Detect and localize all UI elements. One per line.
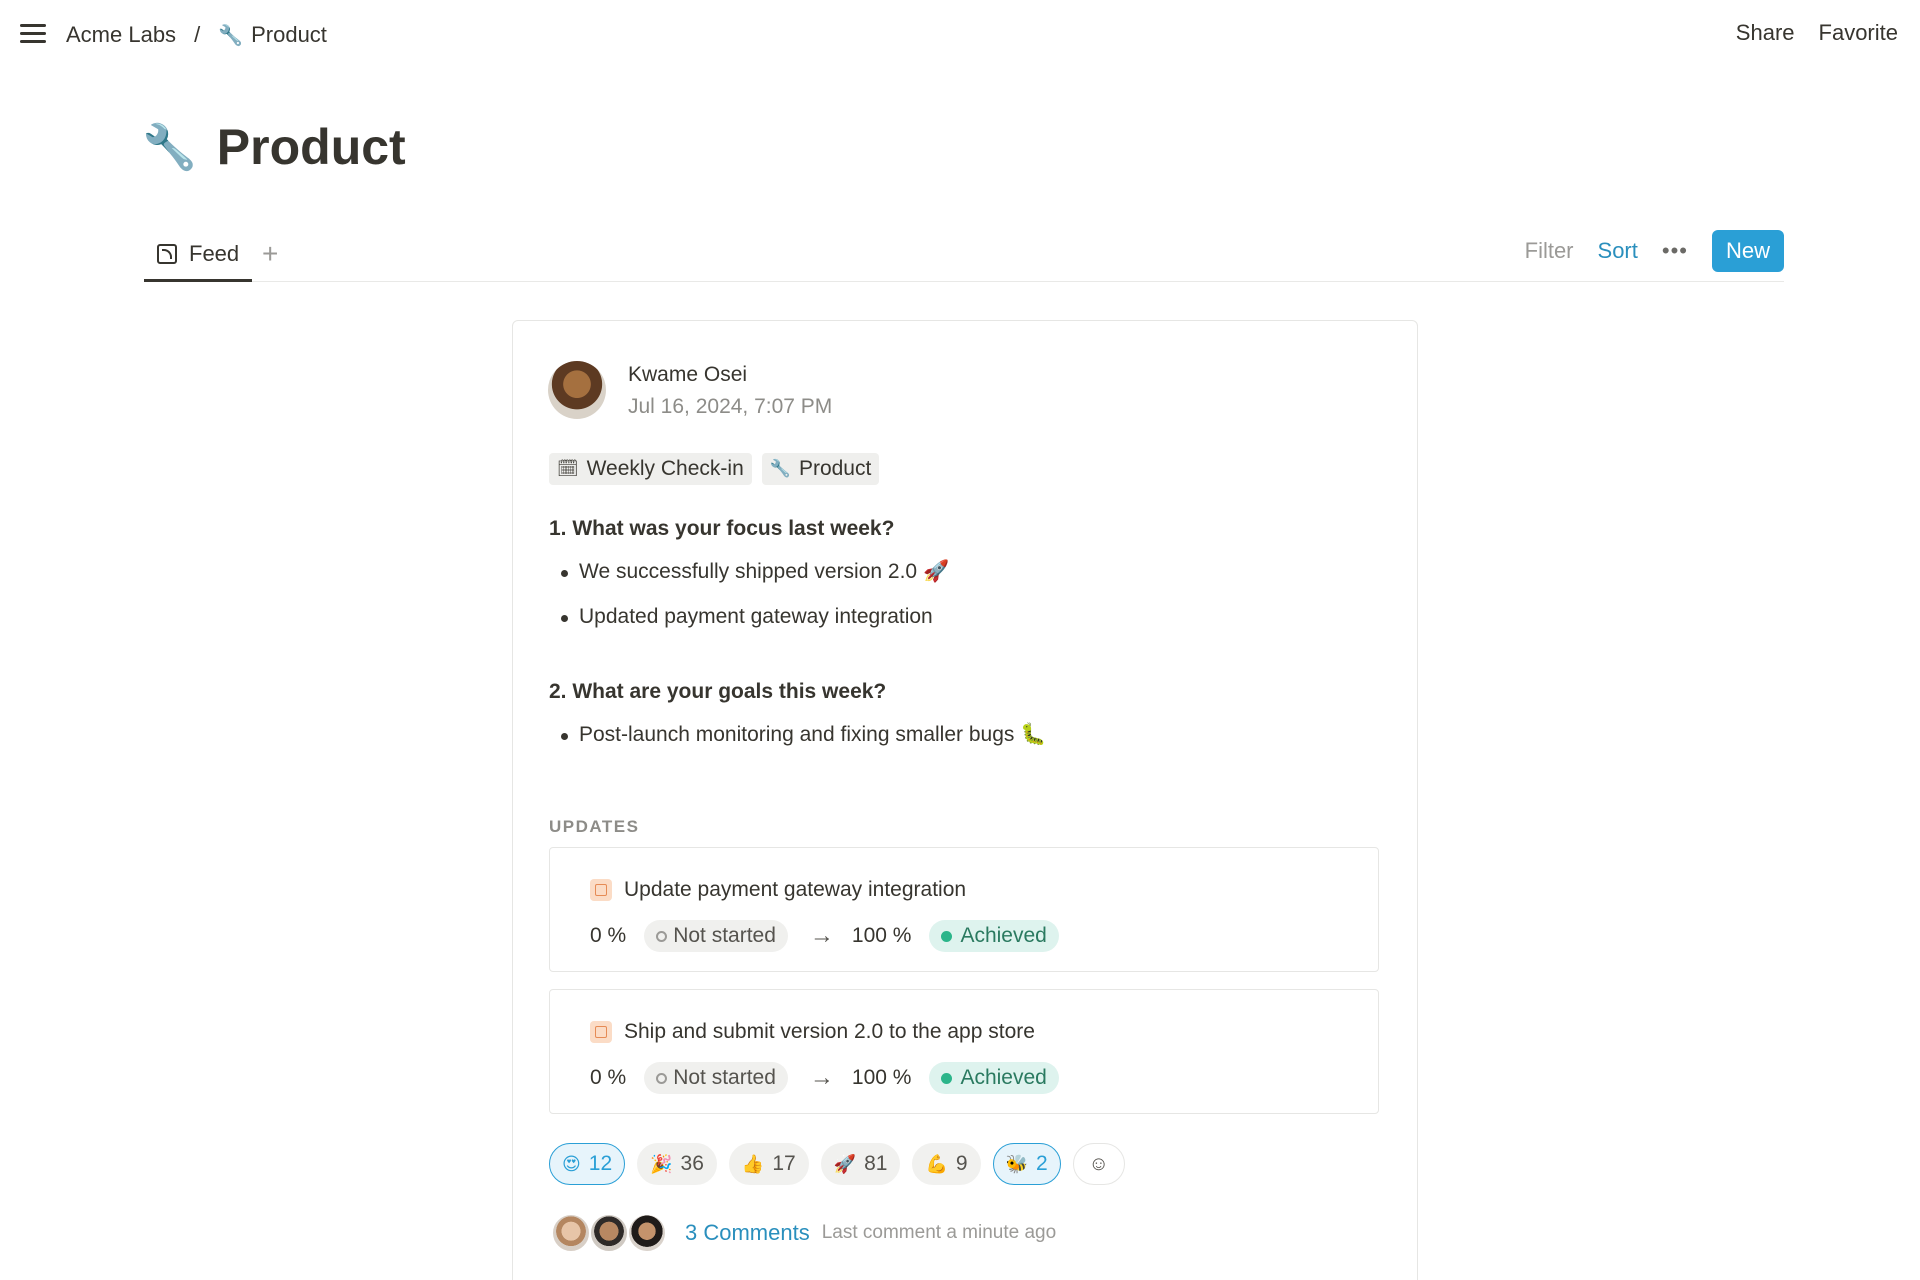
list-item: We successfully shipped version 2.0 🚀 — [549, 555, 1379, 589]
favorite-button[interactable]: Favorite — [1819, 20, 1898, 46]
tag-label: Product — [798, 457, 872, 480]
flexed-biceps-icon: 💪 — [925, 1153, 948, 1174]
page-title: 🔧 Product — [142, 118, 406, 176]
status-badge: Not started — [644, 920, 788, 952]
breadcrumb: Acme Labs / 🔧 Product — [66, 20, 327, 50]
bullet-list: Post-launch monitoring and fixing smalle… — [549, 718, 1379, 752]
top-actions: Share Favorite — [1736, 20, 1898, 46]
avatar — [627, 1213, 667, 1253]
reaction-heart-eyes[interactable]: 😍 12 — [549, 1143, 626, 1185]
heart-eyes-icon: 😍 — [562, 1153, 581, 1174]
author-name[interactable]: Kwame Osei — [628, 363, 832, 387]
status-badge: Achieved — [929, 920, 1059, 952]
last-comment-meta: Last comment a minute ago — [821, 1222, 1057, 1243]
breadcrumb-page-label: Product — [251, 22, 327, 47]
arrow-right-icon: → — [809, 1064, 834, 1091]
comments-summary: 3 Comments Last comment a minute ago — [551, 1213, 1056, 1253]
post-date: Jul 16, 2024, 7:07 PM — [628, 395, 833, 418]
arrow-right-icon: → — [809, 922, 834, 949]
status-dot-icon — [656, 1072, 668, 1084]
view-actions: Filter Sort ••• New — [1525, 230, 1784, 272]
filter-button[interactable]: Filter — [1525, 238, 1574, 264]
goal-update-card[interactable]: Ship and submit version 2.0 to the app s… — [549, 989, 1379, 1114]
reaction-muscle[interactable]: 💪 9 — [912, 1143, 981, 1185]
feed-post-card: Kwame Osei Jul 16, 2024, 7:07 PM 🗓 Weekly… — [512, 320, 1418, 1280]
reaction-rocket[interactable]: 🚀 81 — [820, 1143, 901, 1185]
reaction-count: 2 — [1036, 1152, 1048, 1175]
bullet-list: We successfully shipped version 2.0 🚀 Up… — [549, 555, 1379, 634]
more-options-icon[interactable]: ••• — [1662, 238, 1688, 264]
breadcrumb-workspace[interactable]: Acme Labs — [66, 22, 176, 48]
goal-progress: 0 % Not started → 100 % Achieved — [590, 920, 1059, 952]
updates-label: UPDATES — [549, 817, 640, 836]
tab-feed-label: Feed — [189, 240, 240, 266]
tag-weekly-checkin[interactable]: 🗓 Weekly Check-in — [549, 453, 752, 485]
reaction-count: 12 — [588, 1152, 613, 1175]
reaction-count: 36 — [680, 1152, 704, 1175]
to-percent: 100 % — [851, 1066, 912, 1089]
breadcrumb-separator: / — [194, 22, 201, 47]
rocket-icon: 🚀 — [833, 1153, 857, 1174]
reaction-bee[interactable]: 🐝 2 — [992, 1143, 1061, 1185]
status-badge: Achieved — [929, 1062, 1059, 1094]
from-percent: 0 % — [590, 924, 627, 947]
status-dot-icon — [656, 930, 668, 942]
goal-title-text: Ship and submit version 2.0 to the app s… — [624, 1020, 1035, 1043]
add-reaction-icon[interactable]: ☺ — [1072, 1143, 1125, 1185]
status-label: Not started — [673, 924, 776, 947]
reaction-count: 17 — [772, 1152, 796, 1175]
question-heading: 2. What are your goals this week? — [549, 680, 887, 703]
status-label: Achieved — [960, 924, 1047, 947]
to-percent: 100 % — [851, 924, 912, 947]
tag-label: Weekly Check-in — [586, 457, 744, 480]
feed-icon — [157, 243, 177, 264]
goal-checkbox-icon — [590, 879, 612, 901]
goal-progress: 0 % Not started → 100 % Achieved — [590, 1062, 1059, 1094]
breadcrumb-page[interactable]: 🔧 Product — [218, 22, 327, 48]
question-heading: 1. What was your focus last week? — [549, 517, 895, 540]
goal-checkbox-icon — [590, 1021, 612, 1043]
goal-title-text: Update payment gateway integration — [624, 878, 967, 901]
reaction-thumbs-up[interactable]: 👍 17 — [728, 1143, 809, 1185]
new-button[interactable]: New — [1711, 230, 1784, 272]
post-content: 1. What was your focus last week? We suc… — [549, 517, 1379, 763]
add-view-button[interactable]: + — [262, 238, 278, 270]
view-tab-bar: Feed + Filter Sort ••• New — [144, 228, 1784, 282]
thumbs-up-icon: 👍 — [741, 1153, 765, 1174]
list-item: Post-launch monitoring and fixing smalle… — [549, 718, 1379, 752]
post-tags: 🗓 Weekly Check-in 🔧 Product — [549, 453, 880, 485]
status-label: Not started — [673, 1066, 776, 1089]
reaction-count: 81 — [864, 1152, 888, 1175]
list-item: Updated payment gateway integration — [549, 600, 1379, 634]
tag-product[interactable]: 🔧 Product — [761, 453, 880, 485]
page-title-text[interactable]: Product — [217, 118, 406, 176]
share-button[interactable]: Share — [1736, 20, 1795, 46]
top-bar: Acme Labs / 🔧 Product Share Favorite — [0, 0, 1920, 70]
sort-button[interactable]: Sort — [1598, 238, 1638, 264]
post-author: Kwame Osei Jul 16, 2024, 7:07 PM — [548, 361, 832, 419]
reaction-party[interactable]: 🎉 36 — [637, 1143, 717, 1185]
wrench-icon: 🔧 — [769, 459, 791, 478]
status-dot-icon — [941, 1072, 953, 1084]
goal-update-card[interactable]: Update payment gateway integration 0 % N… — [549, 847, 1379, 972]
tab-feed[interactable]: Feed — [144, 228, 253, 282]
goal-title: Ship and submit version 2.0 to the app s… — [590, 1020, 1035, 1044]
comments-link[interactable]: 3 Comments — [685, 1220, 810, 1246]
from-percent: 0 % — [590, 1066, 627, 1089]
status-label: Achieved — [960, 1066, 1047, 1089]
avatar — [551, 1213, 591, 1253]
status-badge: Not started — [644, 1062, 788, 1094]
calendar-icon: 🗓 — [557, 459, 579, 478]
avatar — [589, 1213, 629, 1253]
bee-icon: 🐝 — [1005, 1153, 1028, 1174]
menu-icon[interactable] — [18, 21, 48, 47]
goal-title: Update payment gateway integration — [590, 878, 966, 902]
wrench-icon: 🔧 — [218, 25, 244, 47]
status-dot-icon — [941, 930, 953, 942]
reaction-count: 9 — [955, 1152, 968, 1175]
reactions-bar: 😍 12 🎉 36 👍 17 🚀 81 💪 9 🐝 2 ☺ — [549, 1143, 1125, 1185]
party-popper-icon: 🎉 — [650, 1153, 673, 1174]
wrench-icon[interactable]: 🔧 — [142, 121, 197, 173]
avatar[interactable] — [548, 361, 606, 419]
